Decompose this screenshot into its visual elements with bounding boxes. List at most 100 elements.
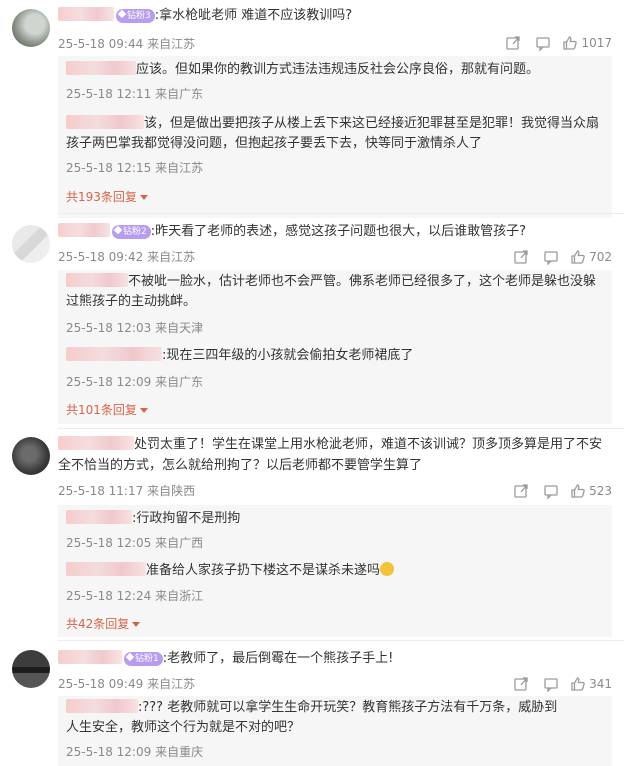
avatar[interactable] (12, 9, 50, 47)
diamond-icon (113, 225, 123, 235)
share-button[interactable] (498, 34, 528, 52)
reply-location: 来自天津 (155, 321, 204, 335)
chevron-down-icon (132, 622, 141, 627)
like-icon (571, 250, 585, 264)
reply: :??? 老教师就可以拿学生生命开玩笑？教育熊孩子方法有千万条，威胁到 (66, 698, 557, 718)
like-count: 702 (589, 250, 612, 264)
reply-username[interactable] (66, 510, 132, 524)
reply-list: 应该。但如果你的教训方式违法违规违反社会公序良俗，那就有问题。 25-5-18 … (58, 56, 612, 218)
reply: :行政拘留不是刑拘 (66, 509, 240, 529)
reply: 不被呲一脸水，估计老师也不会严管。佛系老师已经很多了，这个老师是躲也没躲 (66, 272, 596, 292)
comment-icon (536, 37, 551, 51)
reply-location: 来自浙江 (155, 589, 204, 603)
like-button[interactable]: 523 (570, 483, 612, 499)
reply-list: 不被呲一脸水，估计老师也不会严管。佛系老师已经很多了，这个老师是躲也没躲 过熊孩… (58, 270, 612, 424)
like-count: 1017 (581, 36, 612, 50)
reply: 应该。但如果你的教训方式违法违规违反社会公序良俗，那就有问题。 (66, 60, 539, 80)
embarrassed-emoji-icon (380, 562, 395, 576)
comment-button[interactable] (536, 675, 566, 693)
reply-time: 25-5-18 12:03 (66, 321, 152, 335)
diamond-icon (125, 652, 135, 662)
share-button[interactable] (506, 675, 536, 693)
like-count: 523 (589, 484, 612, 498)
share-icon (514, 250, 528, 264)
reply-username[interactable] (66, 562, 146, 576)
reply-username[interactable] (66, 61, 136, 75)
comment-time: 25-5-18 09:44 (58, 37, 144, 51)
reply-username[interactable] (66, 273, 128, 287)
comment-icon (544, 485, 558, 499)
chevron-down-icon (139, 408, 148, 413)
chevron-down-icon (139, 195, 148, 200)
more-replies-link[interactable]: 共101条回复 (66, 402, 148, 418)
comment-text: :老教师了，最后倒霉在一个熊孩子手上! (162, 651, 394, 666)
comment-icon (544, 251, 558, 265)
comment-actions: 1017 (498, 34, 612, 52)
like-button[interactable]: 1017 (562, 35, 612, 51)
username[interactable] (58, 650, 122, 664)
comment-button[interactable] (536, 482, 566, 500)
username[interactable] (58, 7, 114, 21)
share-icon (514, 484, 528, 498)
username[interactable] (58, 223, 110, 237)
divider (58, 213, 624, 214)
reply-location: 来自广东 (155, 87, 204, 101)
comment-text: :拿水枪呲老师 难道不应该教训吗? (154, 8, 353, 23)
reply-time: 25-5-18 12:11 (66, 87, 152, 101)
comment-location: 来自江苏 (147, 37, 196, 51)
reply-username[interactable] (66, 699, 138, 713)
comment-text: 处罚太重了！学生在课堂上用水枪泚老师，难道不该训诫？顶多顶多算是用了不安 (134, 437, 603, 452)
comment-actions: 702 (506, 248, 612, 266)
reply-time: 25-5-18 12:15 (66, 161, 152, 175)
reply: 准备给人家孩子扔下楼这不是谋杀未遂吗 (66, 561, 395, 581)
like-button[interactable]: 702 (570, 249, 612, 265)
reply-username[interactable] (66, 347, 162, 361)
fan-badge: 钻粉2 (112, 225, 151, 239)
reply-time: 25-5-18 12:05 (66, 536, 152, 550)
comment-time: 25-5-18 11:17 (58, 484, 144, 498)
divider (58, 428, 624, 429)
reply-location: 来自广西 (155, 536, 204, 550)
reply-location: 来自重庆 (155, 745, 204, 759)
comment-time: 25-5-18 09:42 (58, 250, 144, 264)
divider (58, 640, 624, 641)
comment-location: 来自江苏 (147, 250, 196, 264)
reply: 该，但是做出要把孩子从楼上丢下来这已经接近犯罪甚至是犯罪！我觉得当众扇 (66, 114, 599, 134)
share-icon (506, 36, 521, 50)
reply: :现在三四年级的小孩就会偷拍女老师裙底了 (66, 346, 413, 366)
avatar[interactable] (12, 437, 50, 475)
reply-location: 来自广东 (155, 375, 204, 389)
reply-username[interactable] (66, 115, 144, 129)
comment-icon (544, 678, 558, 692)
comment-text: :昨天看了老师的表述，感觉这孩子问题也很大，以后谁敢管孩子? (150, 224, 527, 239)
like-button[interactable]: 341 (570, 676, 612, 692)
like-count: 341 (589, 677, 612, 691)
reply-time: 25-5-18 12:24 (66, 589, 152, 603)
comment-location: 来自陕西 (147, 484, 196, 498)
share-button[interactable] (506, 482, 536, 500)
like-icon (571, 484, 585, 498)
comment-location: 来自江苏 (147, 677, 196, 691)
reply-time: 25-5-18 12:09 (66, 745, 152, 759)
avatar[interactable] (12, 225, 50, 263)
reply-list: :行政拘留不是刑拘 25-5-18 12:05 来自广西 准备给人家孩子扔下楼这… (58, 505, 612, 637)
username[interactable] (58, 436, 134, 450)
share-icon (514, 677, 528, 691)
more-replies-link[interactable]: 共42条回复 (66, 616, 141, 632)
like-icon (571, 677, 585, 691)
comment-button[interactable] (536, 248, 566, 266)
avatar[interactable] (12, 650, 50, 688)
fan-badge: 钻粉3 (116, 9, 155, 23)
reply-time: 25-5-18 12:09 (66, 375, 152, 389)
share-button[interactable] (506, 248, 536, 266)
fan-badge: 钻粉1 (124, 652, 163, 666)
reply-list: :??? 老教师就可以拿学生生命开玩笑？教育熊孩子方法有千万条，威胁到 人生安全… (58, 696, 612, 766)
like-icon (563, 36, 578, 50)
more-replies-link[interactable]: 共193条回复 (66, 189, 148, 205)
comment-button[interactable] (528, 34, 558, 52)
comment-actions: 341 (506, 675, 612, 693)
comment-actions: 523 (506, 482, 612, 500)
comment-time: 25-5-18 09:49 (58, 677, 144, 691)
reply-location: 来自江苏 (155, 161, 204, 175)
diamond-icon (117, 9, 127, 19)
